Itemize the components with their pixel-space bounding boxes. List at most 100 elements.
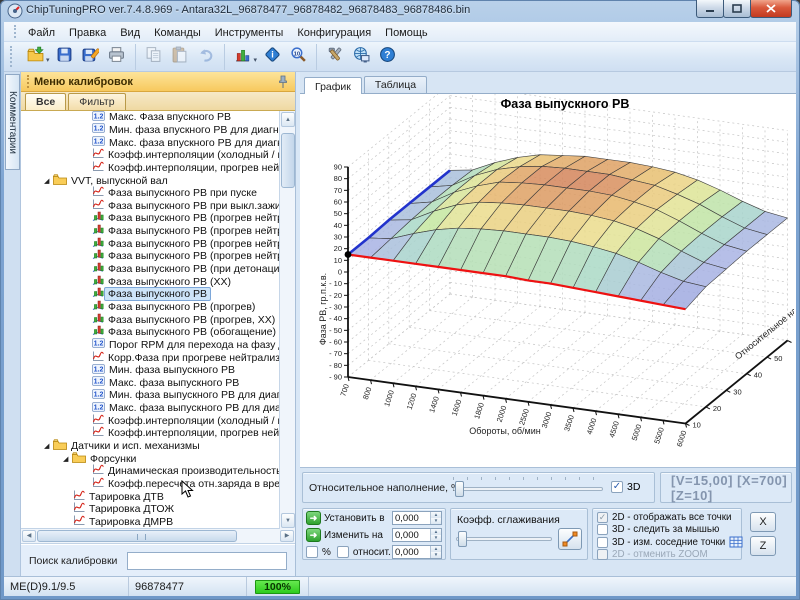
tree-item[interactable]: Фаза выпускного РВ — [21, 288, 295, 301]
x-axis-button[interactable]: X — [750, 512, 776, 532]
chart-button[interactable] — [230, 45, 256, 69]
option-checkbox[interactable]: ✓ — [597, 512, 608, 523]
menu-item-1[interactable]: Файл — [21, 25, 62, 41]
tree-item-folder[interactable]: ◢Датчики и исп. механизмы — [21, 440, 295, 453]
menu-item-7[interactable]: Помощь — [378, 25, 435, 41]
tree-item[interactable]: 1.2Макс. фаза впускного РВ для диагности… — [21, 136, 295, 149]
fill-slider-thumb[interactable] — [455, 481, 464, 497]
surface-chart[interactable]: - 90- 80- 70- 60- 50- 40- 30- 20- 100102… — [300, 94, 794, 468]
chart-button-dropdown-icon[interactable]: ▾ — [254, 56, 258, 64]
zoom-button[interactable]: 10 — [285, 45, 311, 69]
view-tab-table[interactable]: Таблица — [364, 76, 427, 93]
scroll-thumb[interactable] — [281, 133, 295, 188]
tree-item[interactable]: 1.2Порог RPM для перехода на фазу для ре… — [21, 339, 295, 352]
tree-item[interactable]: Коэфф.пересчета отн.заряда в время впрыс… — [21, 478, 295, 491]
close-button[interactable] — [750, 0, 792, 18]
tree-horizontal-scrollbar[interactable]: ◀ ▶ — [21, 529, 295, 544]
tree-item[interactable]: Тарировка ДТВ — [21, 490, 295, 503]
tree-item[interactable]: 1.2Макс. Фаза впускного РВ — [21, 111, 295, 124]
tree-item[interactable]: Фаза выпускного РВ (прогрев нейтрал., ХХ… — [21, 237, 295, 250]
tree-item-folder[interactable]: ◢VVT, выпускной вал — [21, 174, 295, 187]
print-button[interactable] — [104, 45, 130, 69]
tree-item[interactable]: Фаза выпускного РВ (прогрев) — [21, 301, 295, 314]
tree-item[interactable]: 1.2Макс. фаза выпускного РВ для диагност… — [21, 402, 295, 415]
filter-tab-фильтр[interactable]: Фильтр — [68, 93, 125, 110]
tree-item[interactable]: Коэфф.интерполяции (холодный / горячий ) — [21, 414, 295, 427]
tree-item[interactable]: 1.2Мин. фаза впускного РВ для диагностик… — [21, 124, 295, 137]
fill-slider[interactable] — [453, 481, 603, 497]
percent-checkbox[interactable] — [306, 546, 318, 558]
z-axis-button[interactable]: Z — [750, 536, 776, 556]
undo-button[interactable] — [193, 45, 219, 69]
pin-icon[interactable] — [277, 75, 289, 89]
tree-item-folder[interactable]: ◢Форсунки — [21, 452, 295, 465]
menu-item-3[interactable]: Вид — [113, 25, 147, 41]
tree-item[interactable]: Коэфф.интерполяции, прогрев нейтр. (холо… — [21, 427, 295, 440]
menu-item-5[interactable]: Инструменты — [208, 25, 291, 41]
menu-item-4[interactable]: Команды — [147, 25, 208, 41]
scroll-right-icon[interactable]: ▶ — [280, 530, 294, 542]
menu-item-2[interactable]: Правка — [62, 25, 113, 41]
tree-item[interactable]: Динамическая производительность — [21, 465, 295, 478]
menu-item-6[interactable]: Конфигурация — [290, 25, 378, 41]
help-button[interactable]: ? — [374, 45, 400, 69]
3d-checkbox[interactable]: ✓ — [611, 481, 623, 493]
maximize-button[interactable] — [723, 0, 751, 18]
tree-item[interactable]: 1.2Мин. фаза выпускного РВ — [21, 364, 295, 377]
tree-item[interactable]: Фаза выпускного РВ при выкл.зажигания — [21, 199, 295, 212]
copy-button[interactable] — [141, 45, 167, 69]
tree-item[interactable]: Фаза выпускного РВ (прогрев, ХХ) — [21, 313, 295, 326]
svg-text:60: 60 — [334, 198, 342, 207]
apply-set-button[interactable]: ➜ — [306, 511, 321, 525]
option-checkbox[interactable] — [597, 524, 608, 535]
info-button[interactable]: i — [259, 45, 285, 69]
tab-comments[interactable]: Комментарии — [5, 74, 20, 170]
tree-item[interactable]: 1.2Макс. фаза выпускного РВ — [21, 376, 295, 389]
filter-tab-все[interactable]: Все — [25, 93, 66, 110]
option-checkbox[interactable] — [597, 537, 608, 548]
relative-checkbox[interactable] — [337, 546, 349, 558]
open-button[interactable] — [22, 45, 48, 69]
hscroll-thumb[interactable] — [37, 530, 237, 542]
scroll-up-icon[interactable]: ▲ — [281, 112, 295, 127]
tree-item[interactable]: Тарировка ДТОЖ — [21, 503, 295, 516]
scroll-left-icon[interactable]: ◀ — [22, 530, 36, 542]
tools-button[interactable] — [322, 45, 348, 69]
web-button[interactable] — [348, 45, 374, 69]
apply-change-button[interactable]: ➜ — [306, 528, 321, 542]
scroll-down-icon[interactable]: ▼ — [281, 513, 295, 528]
tree-item[interactable]: Коэфф.интерполяции (холодный / горячий ) — [21, 149, 295, 162]
tree-item[interactable]: Фаза выпускного РВ (прогрев нейтрал., хо… — [21, 225, 295, 238]
tree-item[interactable]: Корр.Фаза при прогреве нейтрализатора — [21, 351, 295, 364]
relative-value-spinner[interactable]: 0,000▲▼ — [392, 545, 442, 559]
tree-item[interactable]: Фаза выпускного РВ (при детонации) — [21, 263, 295, 276]
tree-item[interactable]: Фаза выпускного РВ (прогрев нейтрализато… — [21, 212, 295, 225]
view-tab-graph[interactable]: График — [304, 77, 362, 94]
tree-item[interactable]: Тарировка ДМРВ — [21, 516, 295, 529]
set-value-spinner[interactable]: 0,000▲▼ — [392, 511, 442, 525]
option-row: 2D - отменить ZOOM — [597, 549, 737, 562]
smoothing-slider[interactable] — [456, 531, 552, 547]
tree-item[interactable]: Фаза выпускного РВ (прогрев нейтрал., ХХ… — [21, 250, 295, 263]
tree-vertical-scrollbar[interactable]: ▲ ▼ — [279, 111, 295, 529]
grid-icon[interactable] — [729, 536, 743, 548]
paste-button[interactable] — [167, 45, 193, 69]
title-bar[interactable]: ChipTuningPRO ver.7.4.8.969 - Antara32L_… — [0, 0, 800, 22]
option-checkbox[interactable] — [597, 549, 608, 560]
tree-item[interactable]: Фаза выпускного РВ (ХХ) — [21, 275, 295, 288]
calibration-search-input[interactable] — [127, 552, 287, 570]
expand-icon[interactable]: ◢ — [44, 177, 53, 185]
save-as-button[interactable] — [78, 45, 104, 69]
tree-item[interactable]: Фаза выпускного РВ (обогащение) — [21, 326, 295, 339]
change-value-spinner[interactable]: 0,000▲▼ — [392, 528, 442, 542]
expand-icon[interactable]: ◢ — [44, 442, 53, 450]
save-button[interactable] — [52, 45, 78, 69]
smoothing-slider-thumb[interactable] — [458, 531, 467, 547]
tree-item[interactable]: Фаза выпускного РВ при пуске — [21, 187, 295, 200]
tree-item[interactable]: Коэфф.интерполяции, прогрев нейтр. (холо… — [21, 162, 295, 175]
interpolate-button[interactable] — [558, 528, 582, 550]
tree-item[interactable]: 1.2Мин. фаза выпускного РВ для диагности… — [21, 389, 295, 402]
minimize-button[interactable] — [696, 0, 724, 18]
open-button-dropdown-icon[interactable]: ▾ — [46, 56, 50, 64]
expand-icon[interactable]: ◢ — [63, 455, 72, 463]
